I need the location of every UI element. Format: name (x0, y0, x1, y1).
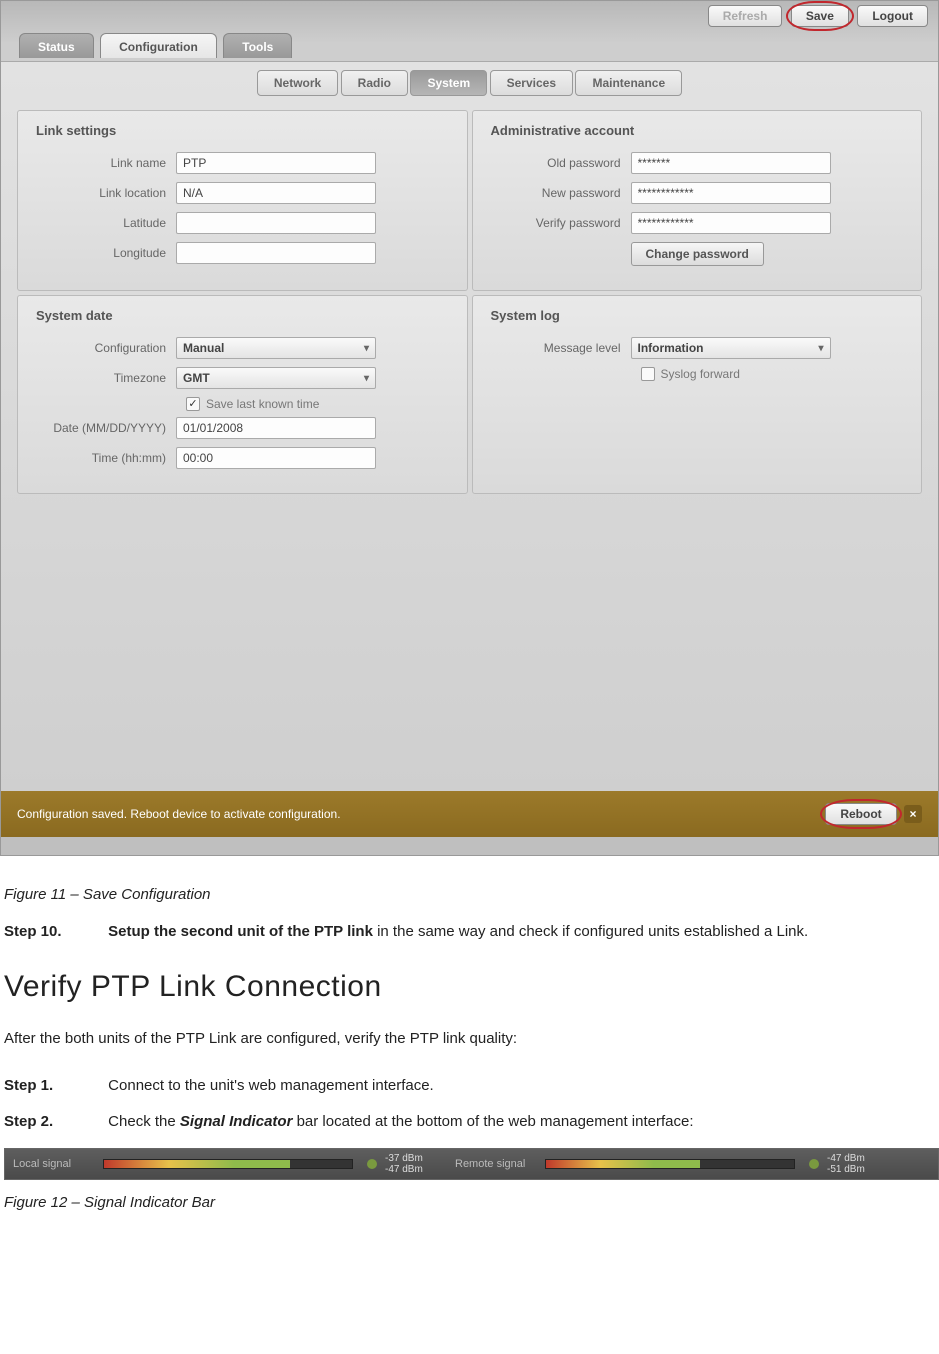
tab-configuration[interactable]: Configuration (100, 33, 217, 58)
intro-paragraph: After the both units of the PTP Link are… (4, 1030, 935, 1047)
label-old-password: Old password (491, 156, 631, 170)
input-link-name[interactable] (176, 152, 376, 174)
step-text-post: bar located at the bottom of the web man… (292, 1113, 693, 1130)
panel-title: Administrative account (491, 123, 904, 138)
select-value: GMT (183, 371, 210, 385)
chevron-down-icon: ▾ (818, 343, 823, 354)
chevron-down-icon: ▾ (364, 343, 369, 354)
select-message-level[interactable]: Information ▾ (631, 337, 831, 359)
step-italic-text: Signal Indicator (180, 1113, 293, 1130)
reboot-button[interactable]: Reboot (825, 803, 896, 825)
input-link-location[interactable] (176, 182, 376, 204)
label-latitude: Latitude (36, 216, 176, 230)
local-signal-meter (103, 1159, 353, 1169)
step-text: in the same way and check if configured … (373, 923, 808, 940)
label-link-location: Link location (36, 186, 176, 200)
label-message-level: Message level (491, 341, 631, 355)
main-tabs: Status Configuration Tools (1, 33, 938, 61)
subtab-radio[interactable]: Radio (341, 70, 408, 96)
subtab-maintenance[interactable]: Maintenance (575, 70, 682, 96)
panel-system-date: System date Configuration Manual ▾ Timez… (17, 295, 468, 494)
panel-title: System log (491, 308, 904, 323)
step-1: Step 1. Connect to the unit's web manage… (4, 1075, 935, 1098)
remote-signal-meter (545, 1159, 795, 1169)
label-configuration: Configuration (36, 341, 176, 355)
config-webui-screenshot: Refresh Save Logout Status Configuration… (0, 0, 939, 856)
tab-tools[interactable]: Tools (223, 33, 292, 58)
local-signal-values: -37 dBm -47 dBm (385, 1153, 455, 1175)
tab-status[interactable]: Status (19, 33, 94, 58)
heading-verify-ptp: Verify PTP Link Connection (4, 970, 935, 1004)
save-button[interactable]: Save (791, 5, 849, 27)
status-message: Configuration saved. Reboot device to ac… (17, 807, 341, 821)
input-new-password[interactable] (631, 182, 831, 204)
step-number: Step 10. (4, 921, 104, 944)
step-number: Step 1. (4, 1075, 104, 1098)
panel-admin-account: Administrative account Old password New … (472, 110, 923, 291)
checkbox-label: Syslog forward (661, 367, 740, 381)
figure-12-caption: Figure 12 – Signal Indicator Bar (4, 1194, 935, 1211)
top-action-bar: Refresh Save Logout (1, 1, 938, 33)
local-signal-label: Local signal (13, 1158, 103, 1170)
select-configuration[interactable]: Manual ▾ (176, 337, 376, 359)
status-bar: Configuration saved. Reboot device to ac… (1, 791, 938, 837)
step-number: Step 2. (4, 1111, 104, 1134)
label-time: Time (hh:mm) (36, 451, 176, 465)
window-footer (1, 837, 938, 855)
chevron-down-icon: ▾ (364, 373, 369, 384)
panel-system-log: System log Message level Information ▾ S… (472, 295, 923, 494)
signal-dot-icon (367, 1159, 377, 1169)
sub-tabs: Network Radio System Services Maintenanc… (17, 70, 922, 96)
label-verify-password: Verify password (491, 216, 631, 230)
input-time[interactable] (176, 447, 376, 469)
step-10: Step 10. Setup the second unit of the PT… (4, 921, 935, 944)
content-area: Network Radio System Services Maintenanc… (1, 61, 938, 791)
panel-title: System date (36, 308, 449, 323)
label-longitude: Longitude (36, 246, 176, 260)
panel-link-settings: Link settings Link name Link location La… (17, 110, 468, 291)
subtab-services[interactable]: Services (490, 70, 573, 96)
label-date: Date (MM/DD/YYYY) (36, 421, 176, 435)
checkbox-label: Save last known time (206, 397, 319, 411)
input-longitude[interactable] (176, 242, 376, 264)
select-value: Manual (183, 341, 224, 355)
checkbox-syslog-forward[interactable] (641, 367, 655, 381)
checkbox-save-last-known[interactable]: ✓ (186, 397, 200, 411)
close-icon[interactable]: × (904, 805, 922, 823)
label-timezone: Timezone (36, 371, 176, 385)
remote-signal-values: -47 dBm -51 dBm (827, 1153, 897, 1175)
step-text: Connect to the unit's web management int… (108, 1077, 434, 1094)
step-2: Step 2. Check the Signal Indicator bar l… (4, 1111, 935, 1134)
input-old-password[interactable] (631, 152, 831, 174)
change-password-button[interactable]: Change password (631, 242, 764, 266)
select-timezone[interactable]: GMT ▾ (176, 367, 376, 389)
logout-button[interactable]: Logout (857, 5, 928, 27)
input-date[interactable] (176, 417, 376, 439)
input-verify-password[interactable] (631, 212, 831, 234)
select-value: Information (638, 341, 704, 355)
step-text-pre: Check the (108, 1113, 180, 1130)
signal-indicator-bar-screenshot: Local signal -37 dBm -47 dBm Remote sign… (4, 1148, 939, 1180)
label-link-name: Link name (36, 156, 176, 170)
signal-dot-icon (809, 1159, 819, 1169)
panel-title: Link settings (36, 123, 449, 138)
subtab-network[interactable]: Network (257, 70, 338, 96)
label-new-password: New password (491, 186, 631, 200)
input-latitude[interactable] (176, 212, 376, 234)
remote-signal-label: Remote signal (455, 1158, 545, 1170)
subtab-system[interactable]: System (410, 70, 487, 96)
step-bold-text: Setup the second unit of the PTP link (108, 923, 373, 940)
figure-11-caption: Figure 11 – Save Configuration (4, 886, 935, 903)
refresh-button[interactable]: Refresh (708, 5, 783, 27)
